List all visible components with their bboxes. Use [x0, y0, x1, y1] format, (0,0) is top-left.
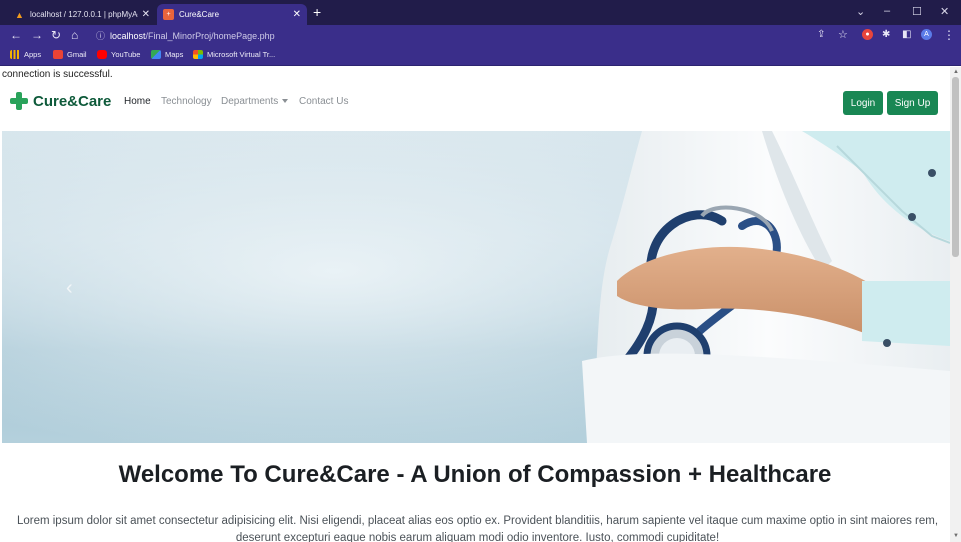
browser-toolbar: ← → ↻ ⌂ ⓘ localhost /Final_MinorProj/hom…: [0, 25, 961, 46]
nav-technology[interactable]: Technology: [161, 96, 212, 107]
web-page: connection is successful. Cure&Care Home…: [0, 67, 950, 542]
site-navbar: Cure&Care Home Technology Departments Co…: [0, 85, 950, 131]
bookmark-label: Gmail: [67, 50, 87, 59]
bookmark-youtube[interactable]: YouTube: [97, 50, 140, 59]
close-window-button[interactable]: ✕: [940, 5, 949, 18]
tab-cure-care[interactable]: + Cure&Care ✕: [157, 4, 307, 25]
new-tab-button[interactable]: +: [313, 5, 321, 19]
carousel-prev-control[interactable]: ‹: [66, 277, 73, 300]
bookmark-gmail[interactable]: Gmail: [53, 50, 87, 59]
minimize-button[interactable]: –: [884, 5, 890, 17]
tab-phpmyadmin[interactable]: ▲ localhost / 127.0.0.1 | phpMyAdmin ✕: [8, 4, 156, 25]
signup-button[interactable]: Sign Up: [887, 91, 938, 115]
microsoft-icon: [193, 50, 203, 59]
browser-tab-bar: ▲ localhost / 127.0.0.1 | phpMyAdmin ✕ +…: [0, 0, 961, 25]
tab-title: Cure&Care: [179, 10, 220, 19]
nav-contact[interactable]: Contact Us: [299, 96, 348, 107]
bookmark-star-icon[interactable]: ☆: [838, 28, 848, 42]
scroll-down-arrow-icon[interactable]: ▼: [953, 533, 959, 539]
maps-icon: [151, 50, 161, 59]
url-host: localhost: [110, 30, 146, 41]
scroll-up-arrow-icon[interactable]: ▲: [953, 69, 959, 75]
maximize-button[interactable]: ☐: [912, 5, 922, 18]
reload-icon[interactable]: ↻: [51, 28, 61, 42]
bookmark-apps[interactable]: Apps: [10, 50, 41, 59]
page-scrollbar[interactable]: ▲ ▼: [950, 67, 961, 542]
menu-kebab-icon[interactable]: ⋮: [943, 28, 955, 42]
bookmark-microsoft[interactable]: Microsoft Virtual Tr...: [193, 50, 275, 59]
share-icon[interactable]: ⇪: [817, 28, 825, 42]
nav-home[interactable]: Home: [124, 96, 151, 107]
site-favicon: +: [163, 9, 174, 20]
url-path: /Final_MinorProj/homePage.php: [145, 30, 275, 41]
tab-title: localhost / 127.0.0.1 | phpMyAdmin: [30, 10, 138, 19]
nav-departments-label: Departments: [221, 96, 279, 107]
bookmark-label: Microsoft Virtual Tr...: [207, 50, 276, 59]
extension-icon[interactable]: ●: [862, 29, 873, 40]
bookmark-maps[interactable]: Maps: [151, 50, 183, 59]
side-panel-icon[interactable]: ◧: [902, 28, 911, 42]
scrollbar-thumb[interactable]: [952, 77, 959, 257]
phpmyadmin-icon: ▲: [15, 9, 24, 20]
brand-name: Cure&Care: [33, 92, 112, 110]
puzzle-extensions-icon[interactable]: ✱: [882, 28, 890, 42]
address-bar[interactable]: ⓘ localhost /Final_MinorProj/homePage.ph…: [96, 29, 275, 42]
gmail-icon: [53, 50, 63, 59]
brand-logo-link[interactable]: Cure&Care: [10, 92, 111, 110]
apps-grid-icon: [10, 50, 20, 59]
bookmarks-bar: Apps Gmail YouTube Maps Microsoft Virtua…: [0, 46, 961, 66]
caret-down-icon: [282, 99, 289, 104]
intro-paragraph: Lorem ipsum dolor sit amet consectetur a…: [16, 515, 939, 542]
nav-departments-dropdown[interactable]: Departments: [221, 96, 289, 107]
bookmark-label: Maps: [165, 50, 184, 59]
forward-icon[interactable]: →: [31, 28, 43, 42]
home-icon[interactable]: ⌂: [71, 28, 78, 42]
close-icon[interactable]: ✕: [142, 9, 150, 20]
connection-status-text: connection is successful.: [2, 69, 113, 80]
bookmark-label: YouTube: [111, 50, 141, 59]
info-icon[interactable]: ⓘ: [96, 29, 105, 42]
youtube-icon: [97, 50, 107, 59]
profile-avatar[interactable]: A: [921, 29, 932, 40]
hero-carousel: ‹: [2, 131, 950, 443]
bookmark-label: Apps: [24, 50, 42, 59]
welcome-heading: Welcome To Cure&Care - A Union of Compas…: [118, 461, 832, 488]
login-button[interactable]: Login: [843, 91, 883, 115]
doctor-stethoscope-image: [2, 131, 950, 443]
medical-cross-icon: [10, 92, 28, 110]
tab-search-icon[interactable]: ⌄: [856, 5, 865, 18]
back-icon[interactable]: ←: [10, 28, 22, 42]
close-icon[interactable]: ✕: [293, 9, 301, 20]
